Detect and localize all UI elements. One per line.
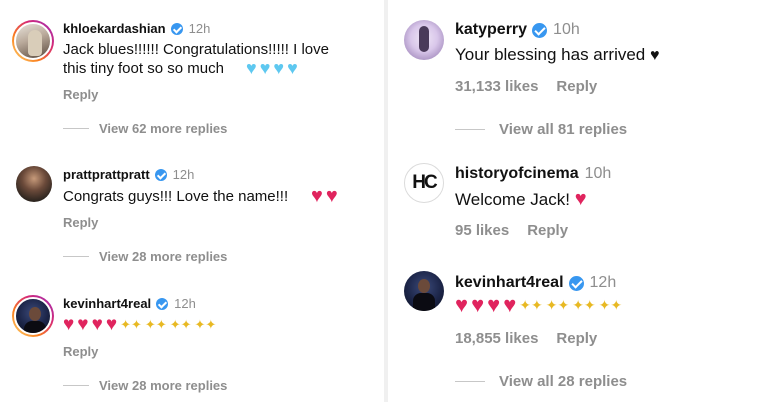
reply-button[interactable]: Reply <box>63 215 98 230</box>
black-heart-icon: ♥ <box>650 47 660 64</box>
divider-line <box>63 385 89 386</box>
view-replies-label: View 62 more replies <box>99 121 228 136</box>
red-heart-icon: ♥ <box>77 314 89 335</box>
comment-text-content: Welcome Jack! <box>455 190 570 209</box>
view-replies-label: View 28 more replies <box>99 249 228 264</box>
light-blue-heart-icon: ♥ <box>259 58 271 78</box>
comment-text-content: Your blessing has arrived <box>455 45 646 64</box>
comment-actions: 95 likes Reply <box>455 222 568 239</box>
reply-button[interactable]: Reply <box>63 87 98 102</box>
timestamp: 12h <box>589 274 617 291</box>
red-heart-icon: ♥ <box>455 292 469 317</box>
timestamp: 10h <box>584 165 612 182</box>
raising-hands-icon: ✦✦ <box>120 317 142 332</box>
avatar[interactable] <box>404 20 444 60</box>
comment-actions: 31,133 likes Reply <box>455 78 597 95</box>
view-replies-label: View all 81 replies <box>499 121 628 138</box>
comment-text: Congrats guys!!! Love the name!!! <box>63 188 289 205</box>
red-heart-icon: ♥ <box>471 292 485 317</box>
comment-header: kevinhart4real 12h <box>455 274 616 292</box>
comment-actions: Reply <box>63 87 98 102</box>
right-comments-panel: katyperry 10h Your blessing has arrived … <box>388 0 768 402</box>
comment-actions: 18,855 likes Reply <box>455 330 597 347</box>
comment-actions: Reply <box>63 344 98 359</box>
comment-text: Welcome Jack! ♥ <box>455 188 587 211</box>
comment-header: katyperry 10h <box>455 21 580 39</box>
light-blue-heart-icon: ♥ <box>287 58 298 78</box>
red-heart-icon: ♥ <box>574 188 587 210</box>
verified-badge-icon <box>154 168 167 181</box>
comment-header: kevinhart4real 12h <box>63 296 196 311</box>
raising-hands-icon: ✦✦ <box>545 296 570 313</box>
light-blue-heart-icon: ♥ <box>273 58 285 78</box>
divider-line <box>455 129 485 130</box>
red-heart-icon: ♥ <box>105 314 118 335</box>
red-heart-icon: ♥ <box>311 185 323 207</box>
reply-button[interactable]: Reply <box>556 330 597 347</box>
emoji-row: ♥ ♥ ♥ ♥ ✦✦ ✦✦ ✦✦ ✦✦ <box>63 314 216 336</box>
divider-line <box>63 128 89 129</box>
view-replies-label: View all 28 replies <box>499 373 628 390</box>
raising-hands-icon: ✦✦ <box>572 296 596 313</box>
comment-text-line: Jack blues!!!!!! Congratulations!!!!! I … <box>63 41 329 58</box>
verified-badge-icon <box>170 22 183 35</box>
avatar-monogram: HC <box>412 172 437 193</box>
timestamp: 12h <box>174 296 196 311</box>
username-link[interactable]: kevinhart4real <box>455 274 564 292</box>
verified-badge-icon <box>532 22 548 38</box>
divider-line <box>455 381 485 382</box>
view-replies-button[interactable]: View 62 more replies <box>63 121 227 136</box>
comment-text-line: this tiny foot so so much <box>63 60 224 77</box>
view-replies-button[interactable]: View all 28 replies <box>455 373 627 390</box>
avatar[interactable] <box>16 166 52 202</box>
username-link[interactable]: katyperry <box>455 21 527 39</box>
username-link[interactable]: kevinhart4real <box>63 296 151 311</box>
username-link[interactable]: historyofcinema <box>455 165 579 183</box>
red-heart-icon: ♥ <box>503 292 517 317</box>
comment-header: khloekardashian 12h <box>63 21 210 36</box>
raising-hands-icon: ✦✦ <box>144 317 167 332</box>
comment-text: Your blessing has arrived ♥ <box>455 45 660 65</box>
avatar[interactable] <box>404 271 444 311</box>
avatar[interactable] <box>12 295 54 337</box>
red-heart-icon: ♥ <box>91 314 103 335</box>
raising-hands-icon: ✦✦ <box>169 317 192 332</box>
view-replies-label: View 28 more replies <box>99 378 228 393</box>
timestamp: 12h <box>172 167 195 182</box>
comment-actions: Reply <box>63 215 98 230</box>
reply-button[interactable]: Reply <box>556 78 597 95</box>
red-heart-icon: ♥ <box>487 292 501 317</box>
raising-hands-icon: ✦✦ <box>194 317 217 332</box>
divider-line <box>63 256 89 257</box>
raising-hands-icon: ✦✦ <box>519 296 543 313</box>
timestamp: 10h <box>553 21 580 38</box>
raising-hands-icon: ✦✦ <box>598 296 623 313</box>
view-replies-button[interactable]: View 28 more replies <box>63 249 227 264</box>
emoji-row: ♥ ♥ <box>311 185 338 208</box>
reply-button[interactable]: Reply <box>63 344 98 359</box>
likes-count[interactable]: 18,855 likes <box>455 330 538 347</box>
comment-header: prattprattpratt 12h <box>63 167 194 182</box>
likes-count[interactable]: 31,133 likes <box>455 78 538 95</box>
verified-badge-icon <box>156 297 169 310</box>
light-blue-heart-icon: ♥ <box>246 58 257 78</box>
emoji-row: ♥ ♥ ♥ ♥ ✦✦ ✦✦ ✦✦ ✦✦ <box>455 292 622 318</box>
username-link[interactable]: khloekardashian <box>63 21 166 36</box>
view-replies-button[interactable]: View 28 more replies <box>63 378 227 393</box>
timestamp: 12h <box>188 21 211 36</box>
avatar[interactable]: HC <box>404 163 444 203</box>
avatar[interactable] <box>12 20 54 62</box>
red-heart-icon: ♥ <box>325 185 338 207</box>
emoji-row: ♥ ♥ ♥ ♥ <box>246 58 298 79</box>
red-heart-icon: ♥ <box>63 314 75 335</box>
reply-button[interactable]: Reply <box>527 222 568 239</box>
left-comments-panel: khloekardashian 12h Jack blues!!!!!! Con… <box>0 0 384 402</box>
likes-count[interactable]: 95 likes <box>455 222 509 239</box>
username-link[interactable]: prattprattpratt <box>63 167 150 182</box>
verified-badge-icon <box>568 275 584 291</box>
view-replies-button[interactable]: View all 81 replies <box>455 121 627 138</box>
comment-header: historyofcinema 10h <box>455 165 611 183</box>
